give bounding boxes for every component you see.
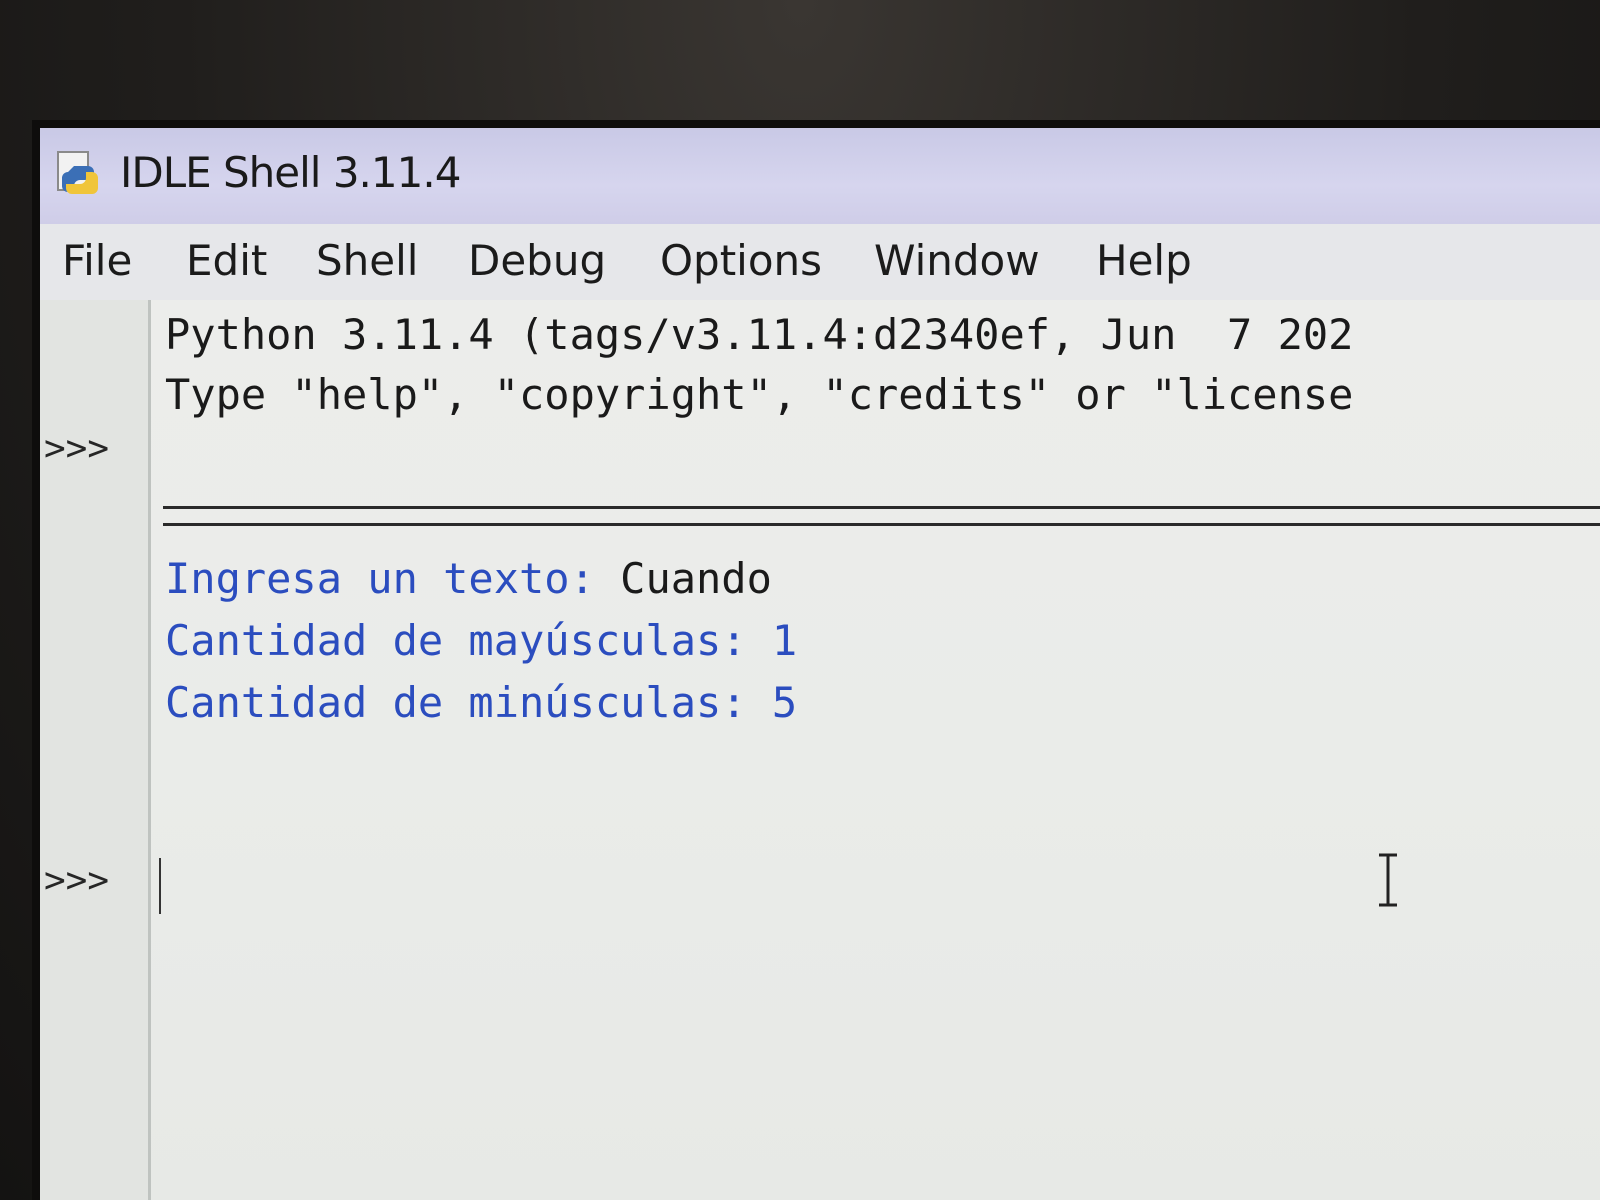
output-line-uppercase-count: Cantidad de mayúsculas: 1 bbox=[165, 616, 798, 665]
python-idle-icon bbox=[57, 151, 98, 194]
window-title: IDLE Shell 3.11.4 bbox=[120, 148, 461, 197]
prompt-gutter: >>> >>> bbox=[40, 300, 151, 1200]
output-line-lowercase-count: Cantidad de minúsculas: 5 bbox=[165, 678, 798, 727]
menu-shell[interactable]: Shell bbox=[316, 236, 418, 285]
menu-help[interactable]: Help bbox=[1096, 236, 1192, 285]
menu-window[interactable]: Window bbox=[874, 236, 1040, 285]
menu-bar: File Edit Shell Debug Options Window Hel… bbox=[40, 224, 1600, 303]
menu-file[interactable]: File bbox=[62, 236, 132, 285]
menu-options[interactable]: Options bbox=[660, 236, 822, 285]
menu-edit[interactable]: Edit bbox=[186, 236, 267, 285]
banner-line-2: Type "help", "copyright", "credits" or "… bbox=[165, 370, 1354, 419]
menu-debug[interactable]: Debug bbox=[468, 236, 606, 285]
banner-line-1: Python 3.11.4 (tags/v3.11.4:d2340ef, Jun… bbox=[165, 310, 1354, 359]
title-bar[interactable]: IDLE Shell 3.11.4 bbox=[40, 128, 1600, 224]
user-input-text: Cuando bbox=[620, 554, 772, 603]
restart-separator bbox=[163, 506, 1600, 526]
idle-shell-window: IDLE Shell 3.11.4 File Edit Shell Debug … bbox=[40, 128, 1600, 1200]
stdout-prompt-text: Ingresa un texto: bbox=[165, 554, 621, 603]
text-caret bbox=[159, 858, 161, 914]
output-line-input-prompt: Ingresa un texto: Cuando bbox=[165, 554, 772, 603]
shell-text-area[interactable]: Python 3.11.4 (tags/v3.11.4:d2340ef, Jun… bbox=[151, 300, 1600, 1200]
shell-prompt-current: >>> bbox=[44, 860, 110, 901]
text-ibeam-cursor-icon bbox=[1379, 853, 1397, 907]
shell-prompt: >>> bbox=[44, 428, 110, 469]
